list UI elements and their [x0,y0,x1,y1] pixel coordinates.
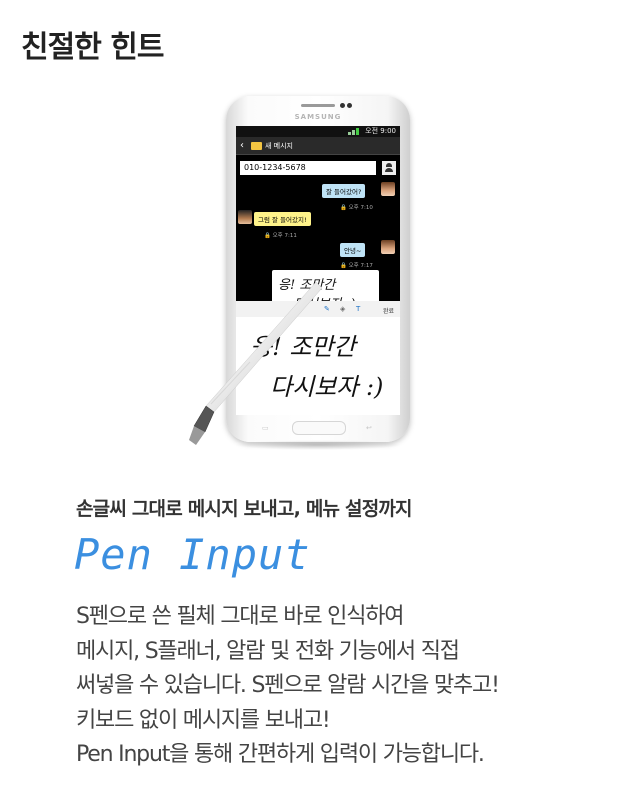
status-time: 오전 9:00 [365,127,396,135]
contact-picker-button[interactable] [382,161,396,175]
contact-avatar [381,182,395,196]
feature-title: Pen Input [74,530,311,579]
s-pen-stylus-icon [189,281,323,445]
page-title: 친절한 힌트 [21,30,164,65]
message-app-bar: ‹ 새 메시지 [236,137,400,155]
eraser-icon[interactable]: ◈ [340,305,345,313]
contact-avatar [381,240,395,254]
phone-speaker [301,104,335,107]
phone-sensor [347,103,352,108]
app-title: 새 메시지 [265,141,293,150]
description-line: Pen Input을 통해 간편하게 입력이 가능합니다. [76,742,485,767]
recipient-row: 010-1234-5678 [240,161,396,175]
section-subtitle: 손글씨 그대로 메시지 보내고, 메뉴 설정까지 [76,498,413,520]
sender-avatar [238,210,252,224]
recipient-input[interactable]: 010-1234-5678 [240,161,376,175]
feature-name: Pen Input [74,530,311,579]
message-bubble-incoming: 그럼 잘 들어갔지! [254,212,311,226]
done-button[interactable]: 완료 [383,306,394,315]
message-time: 🔒 오후 7:17 [340,263,373,269]
message-bubble-outgoing: 안녕~ [340,243,366,257]
status-bar: 오전 9:00 [236,126,400,137]
message-bubble-outgoing: 잘 들어갔어? [322,184,366,198]
phone-camera [340,103,345,108]
description-line: 키보드 없이 메시지를 보내고! [76,707,331,733]
description-line: 메시지, S플래너, 알람 및 전화 기능에서 직접 [76,638,460,664]
back-arrow-icon[interactable]: ‹ [240,140,248,151]
message-time: 🔒 오후 7:11 [264,233,297,239]
description-line: 써넣을 수 있습니다. S펜으로 알람 시간을 맞추고! [76,673,500,698]
text-tool-icon[interactable]: T [356,305,360,313]
signal-icon [348,128,362,135]
envelope-icon [251,141,262,150]
back-softkey[interactable]: ↩ [366,424,372,432]
phone-brand: SAMSUNG [294,113,342,121]
description-line: S펜으로 쓴 필체 그대로 바로 인식하여 [76,604,405,629]
feature-description: S펜으로 쓴 필체 그대로 바로 인식하여 메시지, S플래너, 알람 및 전화… [76,600,616,773]
message-time: 🔒 오후 7:10 [340,205,373,211]
